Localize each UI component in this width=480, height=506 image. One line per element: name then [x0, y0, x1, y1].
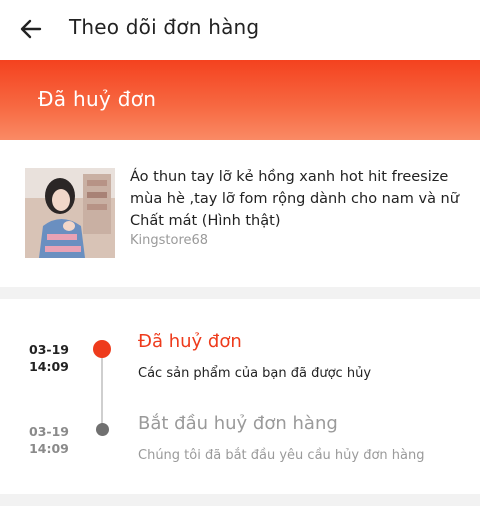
product-card[interactable]: Áo thun tay lỡ kẻ hồng xanh hot hit free…	[0, 140, 480, 287]
timeline-event-description: Chúng tôi đã bắt đầu yêu cầu hủy đơn hàn…	[138, 448, 425, 463]
timeline-event-time: 14:09	[29, 441, 69, 456]
shop-name: Kingstore68	[130, 233, 209, 248]
timeline-active-dot	[93, 340, 111, 358]
timeline-connector	[101, 349, 103, 430]
timeline-event-datetime: 03-19 14:09	[25, 341, 73, 375]
timeline-event-title: Đã huỷ đơn	[138, 331, 242, 352]
top-app-bar: Theo dõi đơn hàng	[0, 0, 480, 58]
timeline-event-time: 14:09	[29, 359, 69, 374]
timeline-event-date: 03-19	[29, 342, 69, 357]
timeline-event-title: Bắt đầu huỷ đơn hàng	[138, 413, 338, 434]
product-thumbnail	[25, 168, 115, 258]
order-timeline: 03-19 14:09 Đã huỷ đơn Các sản phẩm của …	[0, 299, 480, 494]
timeline-past-dot	[96, 423, 109, 436]
section-divider	[0, 287, 480, 299]
timeline-event-description: Các sản phẩm của bạn đã được hủy	[138, 366, 372, 381]
back-button[interactable]	[16, 14, 46, 44]
arrow-left-icon	[20, 19, 42, 39]
order-status-text: Đã huỷ đơn	[38, 87, 157, 111]
section-divider	[0, 494, 480, 506]
page-title: Theo dõi đơn hàng	[69, 15, 260, 39]
timeline-event-date: 03-19	[29, 424, 69, 439]
product-name: Áo thun tay lỡ kẻ hồng xanh hot hit free…	[130, 169, 459, 229]
order-status-banner: Đã huỷ đơn	[0, 60, 480, 140]
timeline-event-datetime: 03-19 14:09	[25, 423, 73, 457]
